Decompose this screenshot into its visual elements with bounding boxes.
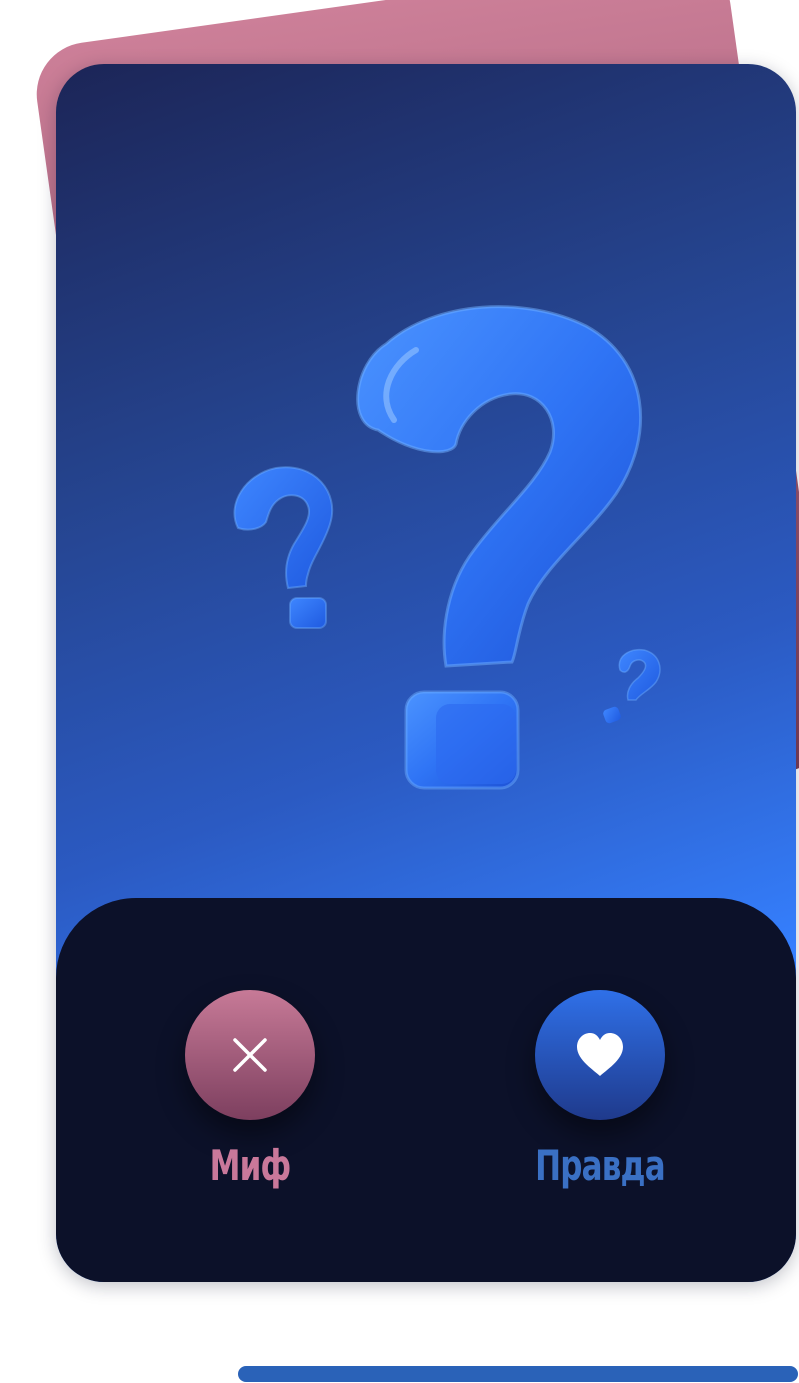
question-card[interactable]: Миф Правда <box>56 64 796 1282</box>
close-icon <box>233 1038 267 1072</box>
small-question-mark-left <box>233 466 334 629</box>
progress-bar <box>238 1366 798 1382</box>
big-question-mark <box>356 305 643 790</box>
heart-icon <box>577 1033 623 1076</box>
truth-button[interactable] <box>535 990 665 1120</box>
myth-button[interactable] <box>185 990 315 1120</box>
answer-panel: Миф Правда <box>56 898 796 1282</box>
quiz-screen: Миф Правда <box>0 0 799 1383</box>
truth-action[interactable]: Правда <box>500 990 700 1192</box>
myth-label: Миф <box>209 1141 292 1190</box>
myth-action[interactable]: Миф <box>150 990 350 1192</box>
question-marks-icon <box>233 305 661 790</box>
truth-label: Правда <box>535 1141 665 1190</box>
small-question-mark-right <box>603 648 661 724</box>
